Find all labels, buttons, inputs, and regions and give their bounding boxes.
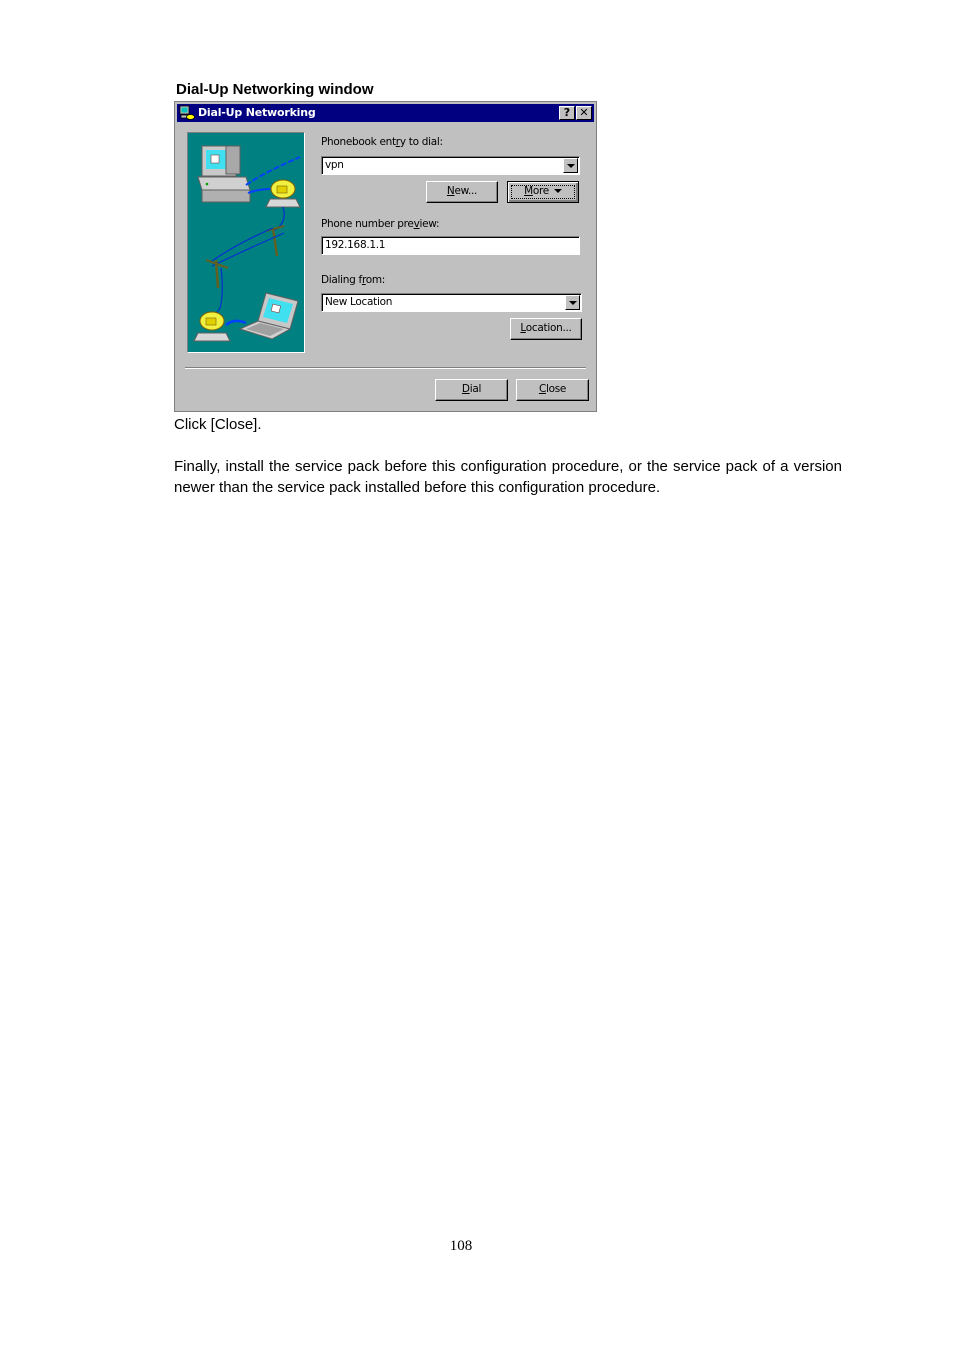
separator	[185, 367, 586, 369]
network-illustration	[187, 132, 305, 353]
location-button[interactable]: Location...	[510, 318, 582, 340]
desktop-computer-icon	[197, 145, 251, 203]
phone-number-preview-label: Phone number preview:	[321, 218, 440, 230]
phonebook-entry-dropdown[interactable]: vpn	[321, 156, 580, 175]
label-text: y to dial:	[399, 136, 443, 148]
dialing-from-label: Dialing from:	[321, 274, 385, 286]
label-text: iew:	[419, 218, 440, 230]
body-paragraph: Finally, install the service pack before…	[174, 458, 842, 496]
laptop-icon	[238, 292, 299, 340]
telephone-icon	[265, 179, 301, 208]
close-window-button[interactable]: ✕	[576, 106, 592, 120]
label-text: Phonebook ent	[321, 136, 396, 148]
window-title: Dial-Up Networking	[198, 106, 316, 119]
dial-button[interactable]: Dial	[435, 379, 508, 401]
dial-up-networking-window: Dial-Up Networking ? ✕ Phonebook entry t…	[174, 101, 597, 412]
phone-number-value: 192.168.1.1	[325, 239, 386, 251]
button-label: ocation...	[525, 322, 572, 334]
help-button[interactable]: ?	[559, 106, 575, 120]
phone-number-preview-field[interactable]: 192.168.1.1	[321, 236, 580, 255]
figure-caption: Dial-Up Networking window	[176, 81, 374, 98]
utility-pole-icon	[205, 259, 229, 289]
button-accelerator: D	[461, 383, 470, 395]
dial-up-networking-icon	[179, 105, 195, 121]
chevron-down-icon[interactable]	[565, 295, 580, 310]
label-text: om:	[365, 274, 386, 286]
focus-rectangle	[511, 185, 575, 199]
title-bar[interactable]: Dial-Up Networking ? ✕	[177, 104, 594, 122]
chevron-down-icon[interactable]	[563, 158, 578, 173]
computer-phone-network-illustration	[193, 145, 301, 342]
phonebook-entry-label: Phonebook entry to dial:	[321, 136, 443, 148]
phonebook-entry-value: vpn	[325, 159, 344, 171]
button-label: ew...	[454, 185, 478, 197]
button-label: ial	[469, 383, 482, 395]
new-button[interactable]: New...	[426, 181, 498, 203]
button-label: lose	[545, 383, 567, 395]
dialing-from-value: New Location	[325, 296, 393, 308]
label-text: Phone number pre	[321, 218, 414, 230]
label-text: Dialing f	[321, 274, 362, 286]
more-button[interactable]: More	[507, 181, 579, 203]
close-dialog-button[interactable]: Close	[516, 379, 589, 401]
button-accelerator: C	[538, 383, 546, 395]
page-number: 108	[449, 1238, 473, 1254]
close-icon: ✕	[579, 106, 589, 119]
dialing-from-dropdown[interactable]: New Location	[321, 293, 582, 312]
instruction-text: Click [Close].	[174, 416, 262, 433]
telephone-icon	[193, 311, 231, 342]
